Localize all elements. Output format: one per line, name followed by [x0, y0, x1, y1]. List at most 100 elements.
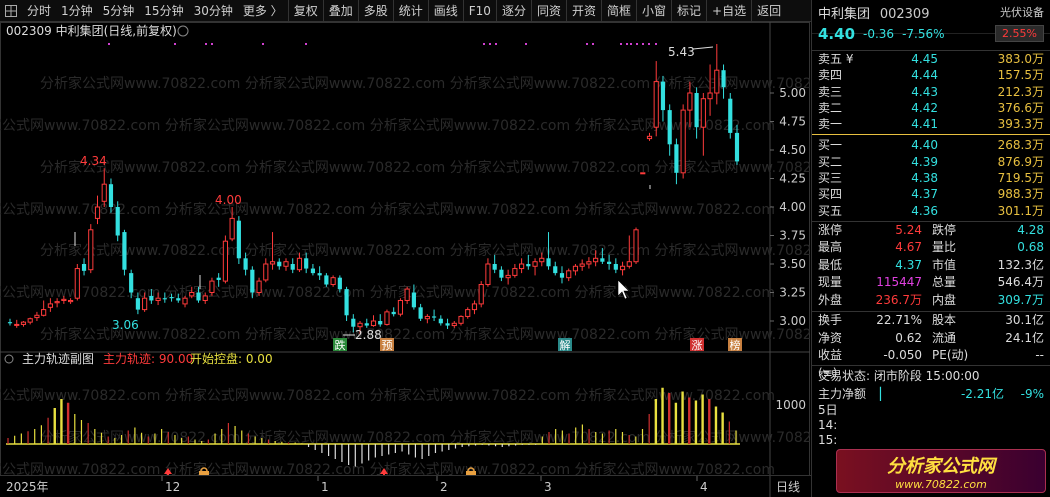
date-tick: 2025年: [6, 480, 49, 494]
candle-body: [115, 207, 120, 236]
candle-body: [572, 265, 579, 272]
toolbar-item[interactable]: 多股: [359, 0, 393, 22]
date-tick: 4: [700, 480, 708, 494]
net-flow-label: 主力净额: [818, 386, 867, 401]
quote-panel: 中利集团 002309 光伏设备 4.40 -0.36 -7.56% 2.55%…: [811, 0, 1050, 497]
toolbar-item[interactable]: 画线: [429, 0, 463, 22]
ask-row[interactable]: 卖一 4.41 393.3万: [812, 116, 1050, 132]
candle-body: [667, 110, 672, 145]
toolbar-item[interactable]: 5分钟: [98, 0, 140, 22]
flow-bar-icon: ▏: [880, 386, 890, 401]
candle-body: [579, 263, 585, 267]
bid-row[interactable]: 买五 4.36 301.1万: [812, 203, 1050, 219]
annotation-arrow: [692, 46, 714, 50]
ask-volume: 393.3万: [997, 117, 1044, 132]
candle-body: [7, 322, 13, 324]
candle-body: [471, 303, 478, 311]
ask-row[interactable]: 卖五 ¥ 4.45 383.0万: [812, 51, 1050, 67]
price-change-pct: -7.56%: [902, 27, 945, 41]
bid-row[interactable]: 买四 4.37 988.3万: [812, 186, 1050, 202]
toolbar-item[interactable]: 30分钟: [189, 0, 238, 22]
sector-label[interactable]: 光伏设备: [1000, 4, 1044, 20]
candle-body: [485, 263, 491, 286]
bid-volume: 719.5万: [997, 171, 1044, 186]
marker-dot: [655, 43, 657, 45]
price-tick: 4.00: [779, 200, 806, 214]
net-flow-row: 主力净额 ▏ -2.21亿 -9%: [812, 385, 1050, 403]
ask-row[interactable]: 卖二 4.42 376.6万: [812, 100, 1050, 116]
toolbar-item[interactable]: 返回: [752, 0, 786, 22]
stat-label: 涨停: [818, 222, 843, 237]
candle-body: [269, 261, 276, 265]
annotation-low: 3.06: [112, 318, 139, 332]
toolbar-item[interactable]: 同资: [532, 0, 566, 22]
toolbar-item[interactable]: 叠加: [324, 0, 358, 22]
marker-dot: [626, 43, 628, 45]
grid-icon[interactable]: [0, 0, 22, 22]
price-tick: 3.50: [779, 257, 806, 271]
price-tick: 4.50: [779, 143, 806, 157]
candlestick-chart[interactable]: 分析家公式网www.70822.com 分析家公式网www.70822.com …: [0, 22, 810, 497]
candle-body: [660, 81, 666, 111]
ask-row[interactable]: 卖三 4.43 212.3万: [812, 84, 1050, 100]
candle-body: [337, 277, 342, 290]
toolbar-item[interactable]: 小窗: [637, 0, 671, 22]
watermark-text: 分析家公式网www.70822.com 分析家公式网www.70822.com …: [40, 159, 810, 176]
candle-body: [532, 261, 538, 267]
candle-body: [182, 297, 188, 305]
bid-volume: 301.1万: [997, 203, 1044, 218]
toolbar-item[interactable]: 更多 〉: [238, 0, 288, 22]
extra-rows: 5日 14: 15:: [812, 403, 1050, 448]
bid-price: 4.40: [911, 138, 938, 153]
ask-price: 4.43: [911, 84, 938, 99]
toolbar-item[interactable]: 逐分: [497, 0, 531, 22]
candle-body: [526, 264, 531, 267]
marker-dot: [174, 43, 176, 45]
candle-body: [61, 298, 67, 301]
watermark-text: 分析家公式网www.70822.com 分析家公式网www.70822.com …: [0, 284, 775, 301]
bid-row[interactable]: 买二 4.39 876.9万: [812, 154, 1050, 170]
indicator-name: 主力轨迹副图: [22, 352, 94, 366]
candle-body: [20, 321, 27, 325]
ask-label: 卖二: [818, 100, 843, 115]
toolbar-item[interactable]: +自选: [707, 0, 751, 22]
chart-area[interactable]: 分析家公式网www.70822.com 分析家公式网www.70822.com …: [0, 22, 810, 497]
bid-row[interactable]: 买一 4.40 268.3万: [812, 137, 1050, 153]
ask-volume: 376.6万: [997, 100, 1044, 115]
toolbar-item[interactable]: 1分钟: [56, 0, 98, 22]
event-badge-label: 涨: [692, 339, 703, 352]
ask-list: 卖五 ¥ 4.45 383.0万 卖四 4.44 157.5万 卖三 4.43 212.3万 卖二…: [812, 51, 1050, 132]
candle-body: [364, 323, 369, 326]
bid-label: 买二: [818, 154, 843, 169]
ask-label: 卖四: [818, 68, 843, 83]
candle-body: [499, 269, 504, 278]
stat-label: 现量: [818, 275, 843, 290]
toolbar-item[interactable]: 15分钟: [139, 0, 188, 22]
toolbar-item[interactable]: 开资: [567, 0, 601, 22]
stat-label: 跌停: [932, 222, 957, 237]
candle-body: [236, 220, 241, 259]
stat-label: 股本: [932, 313, 957, 328]
candle-body: [196, 292, 201, 301]
candle-body: [357, 322, 363, 328]
stat-value: -0.050: [883, 348, 922, 363]
stat-value: 22.71%: [876, 313, 922, 328]
toolbar-item[interactable]: 复权: [289, 0, 323, 22]
stat-label: 最高: [818, 240, 843, 255]
toolbar-item[interactable]: 统计: [394, 0, 428, 22]
candle-body: [492, 264, 497, 270]
toolbar-item[interactable]: F10: [464, 0, 496, 22]
bid-row[interactable]: 买三 4.38 719.5万: [812, 170, 1050, 186]
candle-body: [519, 263, 525, 270]
period-label[interactable]: 日线: [776, 480, 800, 494]
annotation-high: 4.00: [215, 193, 242, 207]
extra-row: 5日: [818, 402, 838, 417]
marker-dot: [205, 43, 207, 45]
toolbar-item[interactable]: 标记: [672, 0, 706, 22]
toolbar-item[interactable]: 分时: [22, 0, 56, 22]
ask-row[interactable]: 卖四 4.44 157.5万: [812, 67, 1050, 83]
date-axis: 2025年 12 1 2 3 4 日线: [0, 475, 811, 497]
toolbar-item[interactable]: 简框: [602, 0, 636, 22]
candle-body: [640, 172, 646, 175]
candle-body: [566, 270, 572, 279]
